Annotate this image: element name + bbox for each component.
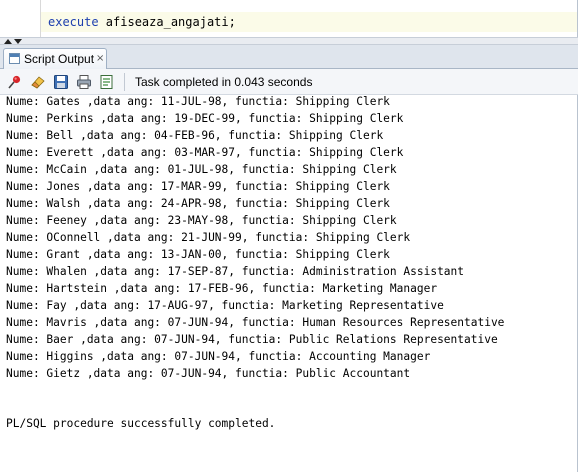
code-line[interactable]: execute afiseaza_angajati;	[48, 14, 236, 30]
output-line: Nume: Bell ,data ang: 04-FEB-96, functia…	[6, 129, 384, 142]
output-line: Nume: Baer ,data ang: 07-JUN-94, functia…	[6, 333, 498, 346]
output-line: Nume: Hartstein ,data ang: 17-FEB-96, fu…	[6, 282, 438, 295]
log-icon[interactable]	[98, 73, 116, 91]
output-line: Nume: Mavris ,data ang: 07-JUN-94, funct…	[6, 316, 505, 329]
collapse-down-icon[interactable]	[14, 39, 22, 44]
task-status-text: Task completed in 0.043 seconds	[135, 75, 313, 89]
save-icon[interactable]	[52, 73, 70, 91]
close-tab-icon[interactable]: ×	[96, 52, 104, 66]
output-line: Nume: OConnell ,data ang: 21-JUN-99, fun…	[6, 231, 411, 244]
print-icon[interactable]	[75, 73, 93, 91]
script-output-icon	[9, 53, 20, 64]
script-output-area[interactable]: Nume: Gates ,data ang: 11-JUL-98, functi…	[0, 95, 578, 472]
panel-splitter[interactable]	[0, 37, 578, 45]
output-line: Nume: Feeney ,data ang: 23-MAY-98, funct…	[6, 214, 397, 227]
eraser-icon[interactable]	[29, 73, 47, 91]
toolbar-separator	[124, 73, 125, 91]
collapse-up-icon[interactable]	[4, 39, 12, 44]
tab-script-output[interactable]: Script Output ×	[3, 48, 107, 69]
output-line: Nume: Higgins ,data ang: 07-JUN-94, func…	[6, 350, 431, 363]
output-line: Nume: Gietz ,data ang: 07-JUN-94, functi…	[6, 367, 411, 380]
code-statement: afiseaza_angajati;	[98, 15, 236, 29]
output-line: Nume: Fay ,data ang: 17-AUG-97, functia:…	[6, 299, 444, 312]
output-toolbar: Task completed in 0.043 seconds	[0, 69, 578, 95]
output-line: Nume: Grant ,data ang: 13-JAN-00, functi…	[6, 248, 390, 261]
tab-label: Script Output	[24, 52, 95, 66]
output-line: Nume: Gates ,data ang: 11-JUL-98, functi…	[6, 95, 390, 108]
output-line: Nume: Walsh ,data ang: 24-APR-98, functi…	[6, 197, 390, 210]
output-line: Nume: Jones ,data ang: 17-MAR-99, functi…	[6, 180, 390, 193]
pin-icon[interactable]	[6, 73, 24, 91]
output-line: Nume: Perkins ,data ang: 19-DEC-99, func…	[6, 112, 404, 125]
output-line: Nume: McCain ,data ang: 01-JUL-98, funct…	[6, 163, 397, 176]
code-keyword: execute	[48, 15, 99, 29]
output-line: Nume: Whalen ,data ang: 17-SEP-87, funct…	[6, 265, 465, 278]
output-tab-bar: Script Output ×	[0, 45, 578, 69]
completion-message: PL/SQL procedure successfully completed.	[6, 417, 276, 430]
output-line: Nume: Everett ,data ang: 03-MAR-97, func…	[6, 146, 404, 159]
output-lines: Nume: Gates ,data ang: 11-JUL-98, functi…	[6, 95, 504, 382]
line-gutter	[0, 0, 40, 37]
sql-worksheet-editor[interactable]: execute afiseaza_angajati;	[0, 0, 578, 37]
